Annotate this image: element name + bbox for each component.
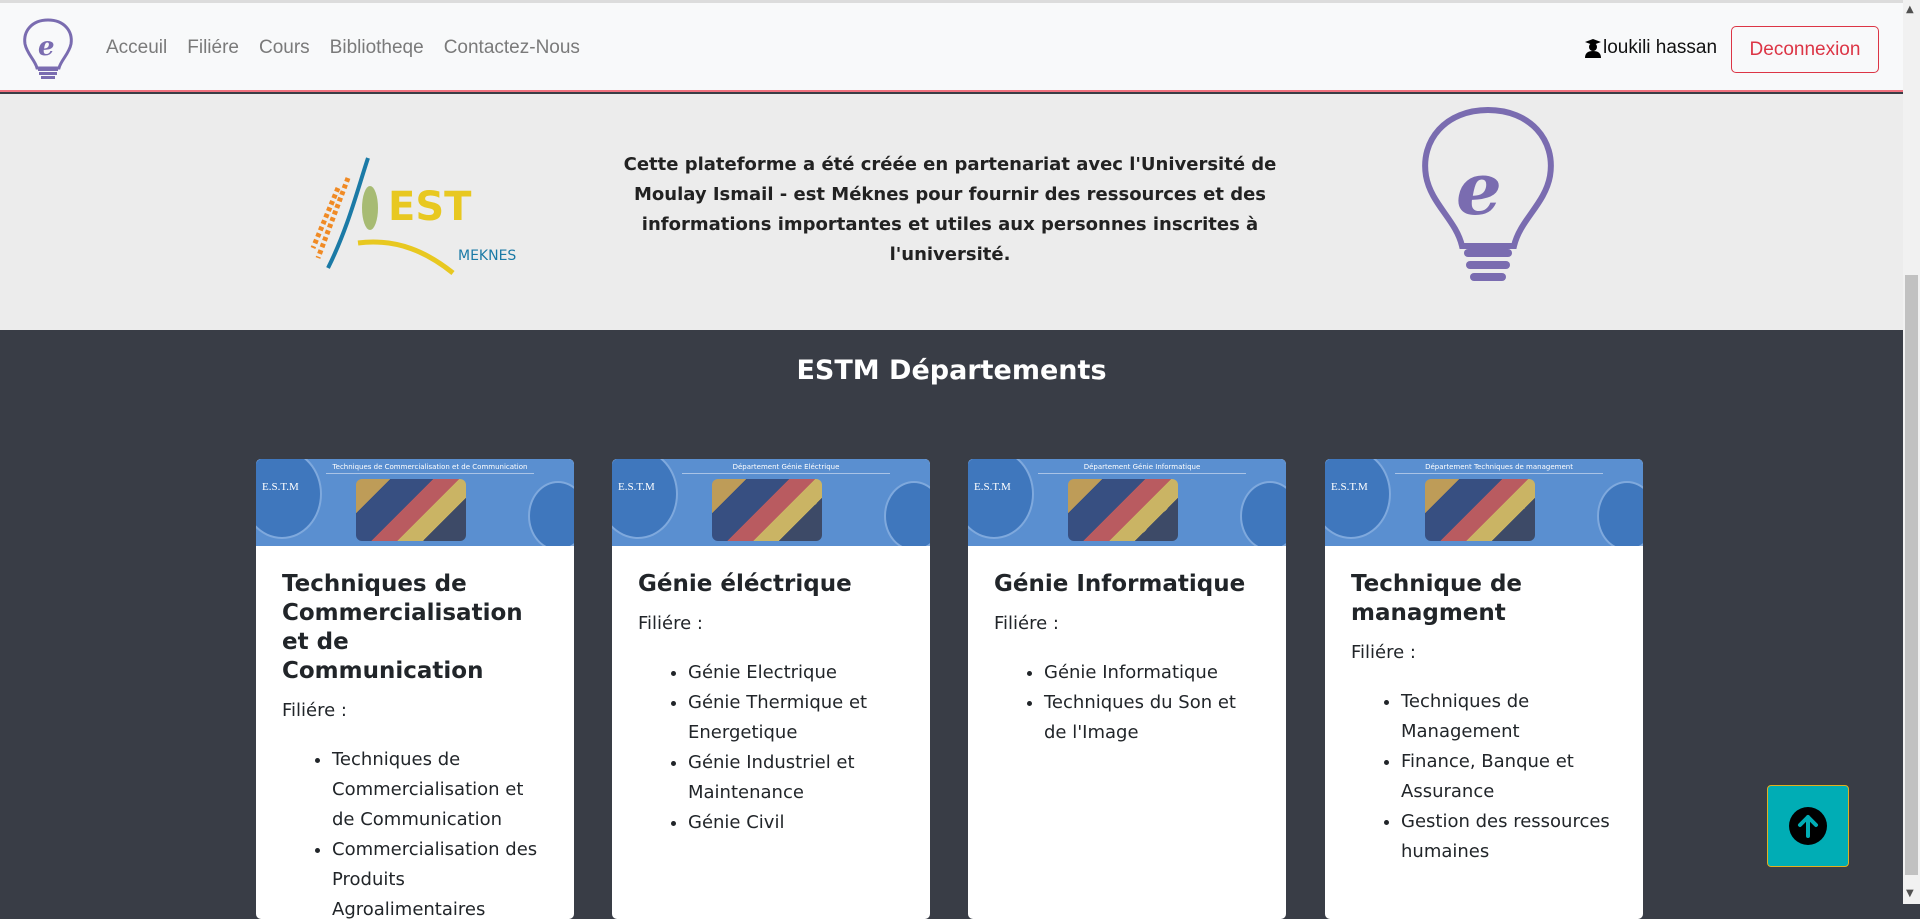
logout-button[interactable]: Deconnexion	[1731, 26, 1879, 73]
list-item: Génie Thermique et Energetique	[688, 688, 904, 748]
user-info: loukili hassan	[1584, 37, 1717, 59]
nav-link-bibliotheque[interactable]: Bibliotheqe	[330, 37, 424, 59]
list-item: Génie Industriel et Maintenance	[688, 748, 904, 808]
department-card: E.S.T.M Techniques de Commercialisation e…	[256, 459, 574, 919]
scroll-up-arrow-icon[interactable]: ▲	[1906, 4, 1914, 15]
filiere-label: Filiére :	[1351, 642, 1416, 663]
user-name: loukili hassan	[1603, 37, 1718, 58]
list-item: Techniques du Son et de l'Image	[1044, 688, 1260, 748]
department-card: E.S.T.M Département Génie Eléctrique Géni…	[612, 459, 930, 919]
bulb-logo-icon[interactable]: e	[18, 17, 78, 79]
department-banner-image: E.S.T.M Département Génie Informatique	[968, 459, 1286, 546]
department-banner-image: E.S.T.M Techniques de Commercialisation e…	[256, 459, 574, 546]
bulb-illustration-icon: e	[1422, 106, 1554, 281]
list-item: Techniques de Management	[1401, 687, 1617, 747]
arrow-up-circle-icon	[1789, 807, 1827, 845]
filiere-label: Filiére :	[282, 700, 347, 721]
department-card: E.S.T.M Département Techniques de managem…	[1325, 459, 1643, 919]
filiere-label: Filiére :	[994, 613, 1059, 634]
svg-text:MEKNES: MEKNES	[458, 248, 516, 264]
list-item: Génie Informatique	[1044, 658, 1260, 688]
departments-title: ESTM Départements	[796, 355, 1107, 386]
graduate-user-icon	[1585, 39, 1601, 58]
hero-description: Cette plateforme a été créée en partenar…	[623, 154, 1277, 265]
list-item: Techniques de Commercialisation et de Co…	[332, 745, 548, 835]
scrollbar-thumb[interactable]	[1905, 275, 1918, 875]
back-to-top-button[interactable]	[1767, 785, 1849, 867]
nav-link-filiere[interactable]: Filiére	[187, 37, 239, 59]
list-item: Commercialisation des Produits Agroalime…	[332, 835, 548, 919]
nav-link-acceuil[interactable]: Acceuil	[106, 37, 167, 59]
est-meknes-logo: EST MEKNES	[310, 157, 516, 275]
filiere-label: Filiére :	[638, 613, 703, 634]
card-title: Techniques de Commercialisation et de Co…	[282, 571, 523, 684]
list-item: Génie Electrique	[688, 658, 904, 688]
list-item: Gestion des ressources humaines	[1401, 807, 1617, 867]
card-title: Génie éléctrique	[638, 571, 852, 597]
scroll-down-arrow-icon[interactable]: ▼	[1906, 888, 1914, 899]
department-card: E.S.T.M Département Génie Informatique Gé…	[968, 459, 1286, 919]
navbar: e Acceuil Filiére Cours Bibliotheqe Cont…	[0, 3, 1903, 92]
department-banner-image: E.S.T.M Département Génie Eléctrique	[612, 459, 930, 546]
list-item: Génie Civil	[688, 808, 904, 838]
card-title: Génie Informatique	[994, 571, 1246, 597]
list-item: Finance, Banque et Assurance	[1401, 747, 1617, 807]
svg-text:e: e	[38, 32, 55, 62]
nav-links: Acceuil Filiére Cours Bibliotheqe Contac…	[106, 37, 580, 59]
card-title: Technique de managment	[1351, 571, 1523, 626]
nav-link-contact[interactable]: Contactez-Nous	[444, 37, 580, 59]
svg-text:EST: EST	[388, 184, 472, 230]
nav-link-cours[interactable]: Cours	[259, 37, 310, 59]
svg-text:e: e	[1456, 146, 1502, 231]
department-banner-image: E.S.T.M Département Techniques de managem…	[1325, 459, 1643, 546]
